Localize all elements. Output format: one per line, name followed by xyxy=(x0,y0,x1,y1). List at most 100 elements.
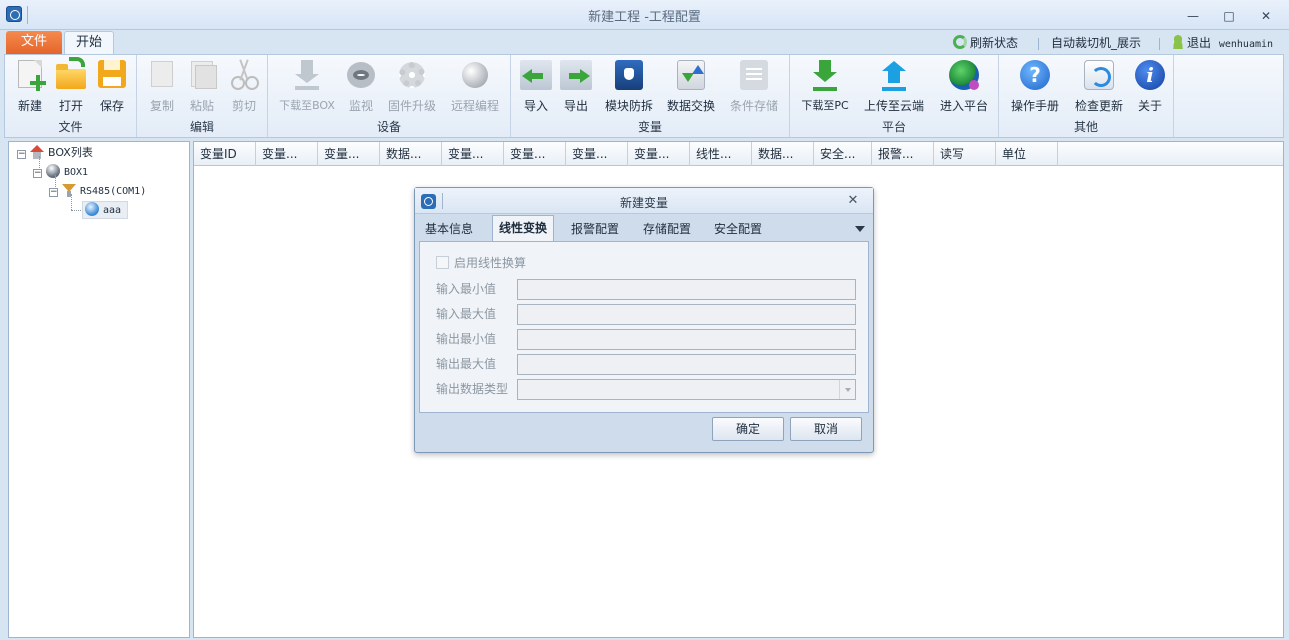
project-name-link[interactable]: 自动裁切机_展示 xyxy=(1051,34,1141,51)
dropdown-arrow-icon[interactable] xyxy=(839,380,855,399)
tree-node-device[interactable]: aaa xyxy=(82,201,129,219)
new-button[interactable]: 新建 xyxy=(13,57,47,113)
output-type-select[interactable] xyxy=(517,379,856,400)
box-device-icon xyxy=(46,164,60,178)
tab-linear-transform[interactable]: 线性变换 xyxy=(492,215,555,242)
anti-tamper-button[interactable]: 模块防拆 xyxy=(603,57,655,113)
column-header[interactable]: 变量... xyxy=(256,142,318,166)
group-device: 下载至BOX 监视 固件升级 远程编程 设备 xyxy=(268,55,511,137)
input-max-field[interactable] xyxy=(517,304,856,325)
output-type-label: 输出数据类型 xyxy=(436,382,509,396)
minimize-button[interactable]: — xyxy=(1182,8,1204,24)
group-label-variable: 变量 xyxy=(637,120,662,134)
manual-button[interactable]: ? 操作手册 xyxy=(1007,57,1063,113)
export-icon xyxy=(560,59,592,91)
download-to-pc-button[interactable]: 下载至PC xyxy=(796,57,854,113)
export-button[interactable]: 导出 xyxy=(559,57,593,113)
tree-port-label: RS485(COM1) xyxy=(80,186,147,197)
separator xyxy=(1159,38,1160,50)
download-green-icon xyxy=(809,59,841,91)
group-variable: 导入 导出 模块防拆 数据交换 条件存储 变量 xyxy=(511,55,790,137)
upload-icon xyxy=(878,59,910,91)
refresh-status-button[interactable]: 刷新状态 xyxy=(953,34,1018,51)
column-header[interactable]: 数据... xyxy=(752,142,814,166)
logout-button[interactable]: 退出 wenhuamin xyxy=(1172,34,1273,51)
column-header[interactable]: 变量... xyxy=(504,142,566,166)
check-update-button[interactable]: 检查更新 xyxy=(1071,57,1127,113)
open-button[interactable]: 打开 xyxy=(53,57,89,113)
column-header[interactable]: 变量... xyxy=(318,142,380,166)
collapse-icon[interactable]: − xyxy=(17,150,26,159)
tab-alarm-config[interactable]: 报警配置 xyxy=(565,217,625,241)
column-header[interactable]: 单位 xyxy=(996,142,1058,166)
remote-programming-button[interactable]: 远程编程 xyxy=(446,57,504,113)
exchange-icon xyxy=(675,59,707,91)
dialog-tabs: 基本信息 线性变换 报警配置 存储配置 安全配置 xyxy=(419,215,871,242)
upload-to-cloud-button[interactable]: 上传至云端 xyxy=(862,57,926,113)
tree-line xyxy=(55,175,56,187)
save-button[interactable]: 保存 xyxy=(95,57,129,113)
chevron-down-icon[interactable] xyxy=(855,226,865,232)
ribbon: 新建 打开 保存 文件 复制 粘贴 剪切 编辑 下载至BOX 监视 固件升级 远… xyxy=(4,54,1284,138)
condition-storage-button[interactable]: 条件存储 xyxy=(727,57,781,113)
cancel-button[interactable]: 取消 xyxy=(790,417,862,441)
table-header: 变量ID 变量... 变量... 数据... 变量... 变量... 变量... 变量... 线… xyxy=(194,142,1283,166)
tree-node-root[interactable]: − BOX列表 xyxy=(17,144,93,162)
close-button[interactable]: ✕ xyxy=(1255,8,1277,24)
column-header[interactable]: 读写 xyxy=(934,142,996,166)
monitor-button[interactable]: 监视 xyxy=(344,57,378,113)
tree-node-box[interactable]: − BOX1 xyxy=(33,163,88,181)
paste-button[interactable]: 粘贴 xyxy=(185,57,219,113)
input-min-field[interactable] xyxy=(517,279,856,300)
output-min-field[interactable] xyxy=(517,329,856,350)
title-bar: 新建工程 -工程配置 — □ ✕ xyxy=(0,0,1289,30)
column-header[interactable]: 报警... xyxy=(872,142,934,166)
column-header[interactable]: 变量... xyxy=(442,142,504,166)
group-label-platform: 平台 xyxy=(881,120,906,134)
collapse-icon[interactable]: − xyxy=(33,169,42,178)
separator xyxy=(1038,38,1039,50)
dialog-title-bar[interactable]: 新建变量 ✕ xyxy=(415,188,873,214)
save-icon xyxy=(96,59,128,91)
tree-device-label: aaa xyxy=(103,205,122,216)
column-header[interactable]: 数据... xyxy=(380,142,442,166)
column-header[interactable]: 变量... xyxy=(628,142,690,166)
data-exchange-button[interactable]: 数据交换 xyxy=(665,57,717,113)
box-tree-panel: − BOX列表 − BOX1 − RS485(COM1) aaa xyxy=(8,141,190,638)
tab-file[interactable]: 文件 xyxy=(6,31,62,54)
enable-linear-checkbox[interactable] xyxy=(436,256,449,269)
eye-icon xyxy=(345,59,377,91)
group-other: ? 操作手册 检查更新 i 关于 其他 xyxy=(999,55,1174,137)
group-label-file: 文件 xyxy=(58,120,83,134)
new-variable-dialog: 新建变量 ✕ 基本信息 线性变换 报警配置 存储配置 安全配置 启用线性换算 输… xyxy=(414,187,874,453)
tab-security-config[interactable]: 安全配置 xyxy=(708,217,768,241)
firmware-upgrade-button[interactable]: 固件升级 xyxy=(384,57,440,113)
dialog-close-button[interactable]: ✕ xyxy=(845,193,861,209)
copy-button[interactable]: 复制 xyxy=(145,57,179,113)
column-header[interactable]: 变量ID xyxy=(194,142,256,166)
tree-node-port[interactable]: − RS485(COM1) xyxy=(49,182,146,200)
download-icon xyxy=(291,59,323,91)
column-header[interactable]: 安全... xyxy=(814,142,872,166)
enter-platform-button[interactable]: 进入平台 xyxy=(936,57,992,113)
copy-icon xyxy=(146,59,178,91)
tree-line xyxy=(71,194,72,210)
column-header[interactable]: 变量... xyxy=(566,142,628,166)
about-button[interactable]: i 关于 xyxy=(1133,57,1167,113)
collapse-icon[interactable]: − xyxy=(49,188,58,197)
maximize-button[interactable]: □ xyxy=(1218,8,1240,24)
column-header[interactable]: 线性... xyxy=(690,142,752,166)
import-button[interactable]: 导入 xyxy=(519,57,553,113)
device-icon xyxy=(85,202,99,216)
input-max-label: 输入最大值 xyxy=(436,307,497,321)
output-max-field[interactable] xyxy=(517,354,856,375)
download-to-box-button[interactable]: 下载至BOX xyxy=(274,57,340,113)
tab-storage-config[interactable]: 存储配置 xyxy=(637,217,697,241)
cut-button[interactable]: 剪切 xyxy=(227,57,261,113)
refresh-icon xyxy=(953,35,967,49)
ok-button[interactable]: 确定 xyxy=(712,417,784,441)
tab-basic-info[interactable]: 基本信息 xyxy=(419,217,479,241)
output-max-label: 输出最大值 xyxy=(436,357,497,371)
tab-start[interactable]: 开始 xyxy=(64,31,114,55)
refresh-status-label: 刷新状态 xyxy=(970,36,1019,50)
